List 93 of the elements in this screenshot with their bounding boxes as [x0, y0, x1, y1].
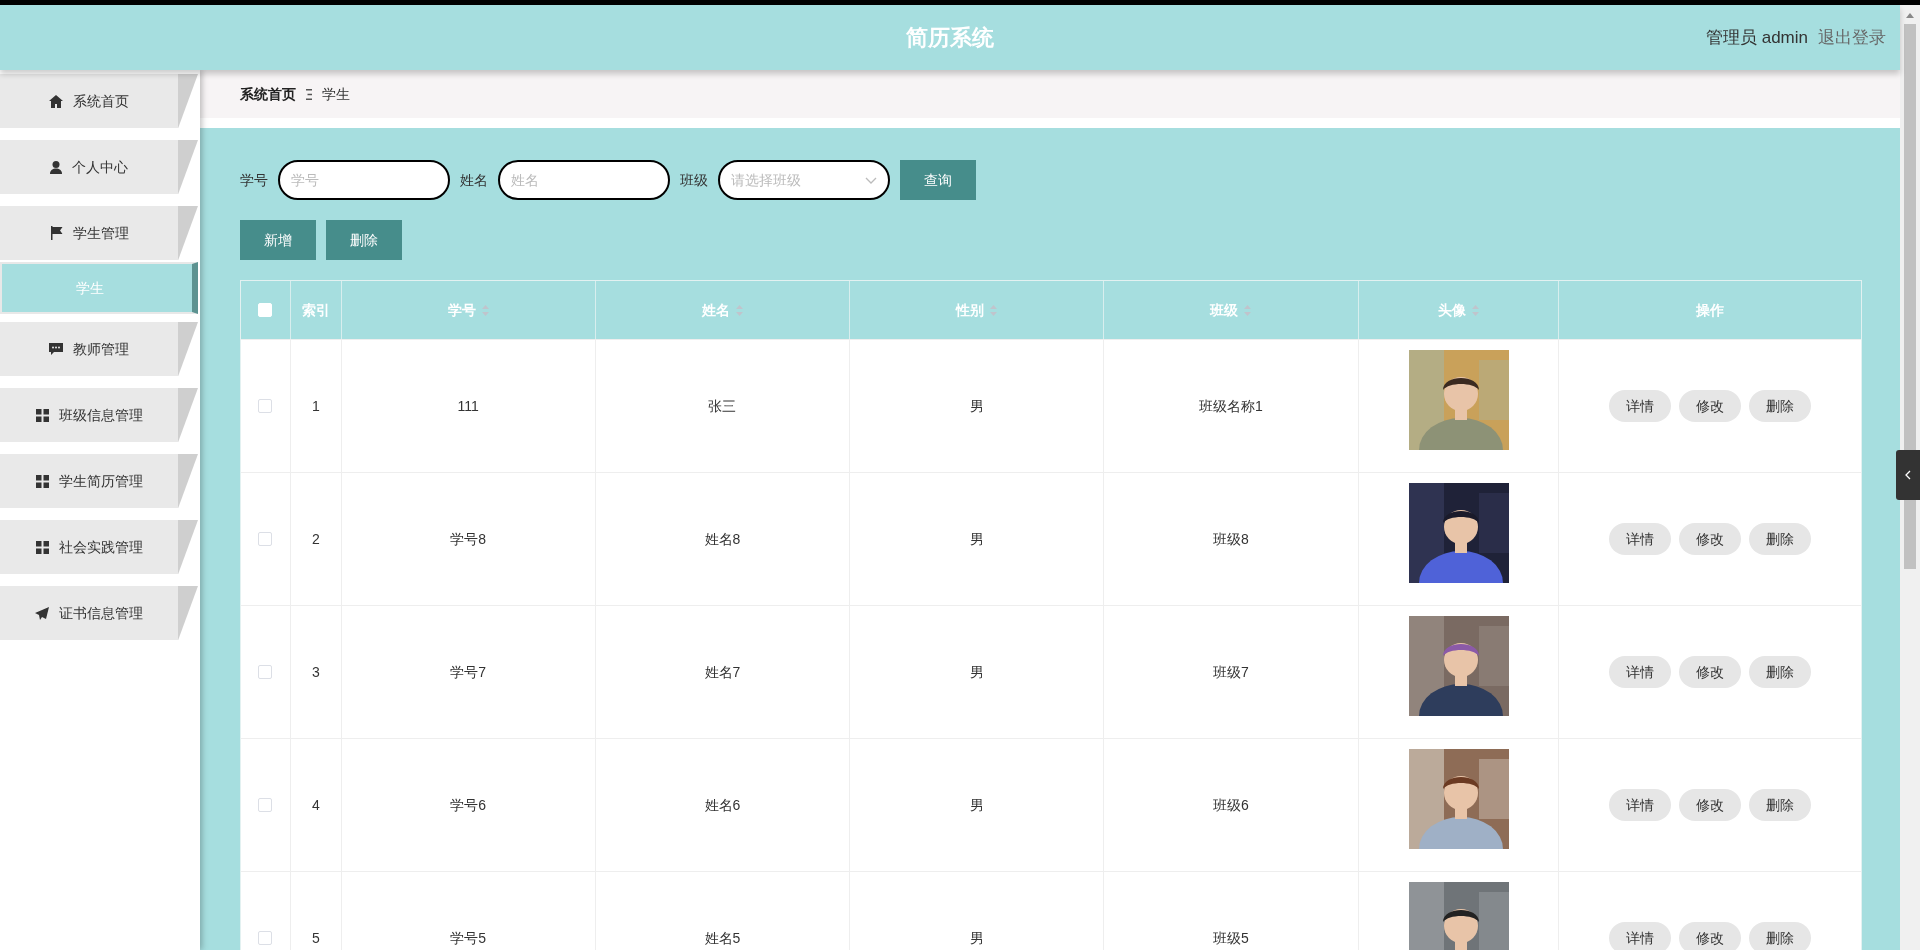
table-cell-text: 111 [457, 396, 479, 416]
table-cell-text: 2 [312, 529, 320, 549]
action-button[interactable]: 新增 [240, 220, 316, 260]
row-action-button[interactable]: 删除 [1749, 656, 1812, 688]
row-action-button[interactable]: 删除 [1749, 789, 1812, 821]
table-cell-text: 姓名5 [704, 928, 741, 948]
column-header: 学号 [447, 300, 476, 320]
search-field[interactable]: 学号 [278, 160, 450, 200]
row-action-button[interactable]: 修改 [1679, 789, 1742, 821]
checkbox[interactable] [258, 798, 273, 812]
column-header: 头像 [1438, 300, 1466, 320]
table-cell-text: 学号8 [450, 529, 487, 549]
chevron-left-icon [1905, 470, 1911, 480]
table-cell-text: 学号7 [450, 662, 487, 682]
table-cell-text: 3 [312, 662, 320, 682]
sidebar-item[interactable]: 证书信息管理 [0, 586, 198, 640]
table-cell-text: 姓名7 [704, 662, 741, 682]
table-cell-text: 班级5 [1212, 928, 1249, 948]
field-label: 学号 [240, 170, 268, 190]
column-header: 索引 [301, 300, 330, 320]
sidebar-item[interactable]: 个人中心 [0, 140, 198, 194]
table-cell-text: 男 [969, 795, 984, 815]
app-title: 简历系统 [906, 24, 994, 52]
row-action-button[interactable]: 详情 [1609, 922, 1672, 950]
table-cell-text: 班级7 [1212, 662, 1249, 682]
field-label: 班级 [680, 170, 708, 190]
sort-icon[interactable] [735, 304, 743, 316]
sidebar-item[interactable]: 班级信息管理 [0, 388, 198, 442]
sort-icon[interactable] [481, 304, 489, 316]
row-action-button[interactable]: 修改 [1679, 390, 1742, 422]
search-field[interactable]: 姓名 [498, 160, 670, 200]
row-action-button[interactable]: 修改 [1679, 922, 1742, 950]
table-cell-text: 班级8 [1212, 529, 1249, 549]
row-action-button[interactable]: 删除 [1749, 390, 1812, 422]
table-cell-text: 学号5 [450, 928, 487, 948]
chat-icon [49, 342, 63, 356]
table-cell-text: 班级6 [1212, 795, 1249, 815]
grid-icon [35, 408, 49, 422]
row-action-button[interactable]: 详情 [1609, 656, 1672, 688]
action-button[interactable]: 删除 [326, 220, 402, 260]
user-icon [50, 160, 62, 174]
sidebar-item[interactable]: 社会实践管理 [0, 520, 198, 574]
scroll-up-icon[interactable] [1906, 13, 1914, 18]
chevron-down-icon [865, 176, 877, 184]
column-header: 姓名 [701, 300, 730, 320]
sort-icon[interactable] [1472, 304, 1479, 316]
sidebar-item[interactable]: 教师管理 [0, 322, 198, 376]
row-action-button[interactable]: 修改 [1679, 523, 1742, 555]
table-cell-text: 男 [969, 662, 984, 682]
row-action-button[interactable]: 详情 [1609, 523, 1672, 555]
column-header: 操作 [1696, 300, 1725, 320]
sidebar-item[interactable]: 学生管理 [0, 206, 198, 260]
table-cell-text: 张三 [708, 396, 737, 416]
home-icon [49, 94, 63, 108]
checkbox[interactable] [258, 399, 273, 413]
checkbox[interactable] [258, 532, 273, 546]
paper-plane-icon [35, 606, 49, 620]
row-action-button[interactable]: 修改 [1679, 656, 1742, 688]
table-cell-text: 男 [969, 928, 984, 948]
query-button[interactable]: 查询 [900, 160, 976, 200]
row-action-button[interactable]: 详情 [1609, 789, 1672, 821]
row-action-button[interactable]: 删除 [1749, 922, 1812, 950]
table-cell-text: 姓名8 [704, 529, 741, 549]
checkbox[interactable] [258, 665, 273, 679]
sidebar-item[interactable]: 系统首页 [0, 74, 198, 128]
flag-icon [49, 226, 63, 240]
sidebar-item[interactable]: 学生简历管理 [0, 454, 198, 508]
separator-icon [306, 88, 312, 100]
table-cell-text: 男 [969, 529, 984, 549]
table-cell-text: 5 [312, 928, 320, 948]
grid-icon [35, 540, 49, 554]
sort-icon[interactable] [990, 304, 998, 316]
scroll-thumb[interactable] [1904, 24, 1916, 569]
field-label: 姓名 [460, 170, 488, 190]
column-header: 性别 [956, 300, 985, 320]
breadcrumb-link[interactable]: 学生 [322, 83, 350, 105]
table-cell-text: 学号6 [450, 795, 487, 815]
checkbox[interactable] [258, 931, 273, 945]
table-cell-text: 男 [969, 396, 984, 416]
table-cell-text: 班级名称1 [1198, 396, 1263, 416]
sort-icon[interactable] [1244, 304, 1252, 316]
table-cell-text: 姓名6 [704, 795, 741, 815]
collapse-button[interactable] [1896, 450, 1920, 500]
logout-link[interactable]: 退出登录 [1818, 24, 1886, 51]
scrollbar[interactable] [1900, 5, 1920, 950]
breadcrumb-link[interactable]: 系统首页 [240, 83, 296, 105]
row-action-button[interactable]: 详情 [1609, 390, 1672, 422]
column-header: 班级 [1210, 300, 1239, 320]
grid-icon [35, 474, 49, 488]
user-label: 管理员 admin [1705, 26, 1808, 49]
table-cell-text: 4 [312, 795, 320, 815]
row-action-button[interactable]: 删除 [1749, 523, 1812, 555]
table-cell-text: 1 [312, 396, 320, 416]
